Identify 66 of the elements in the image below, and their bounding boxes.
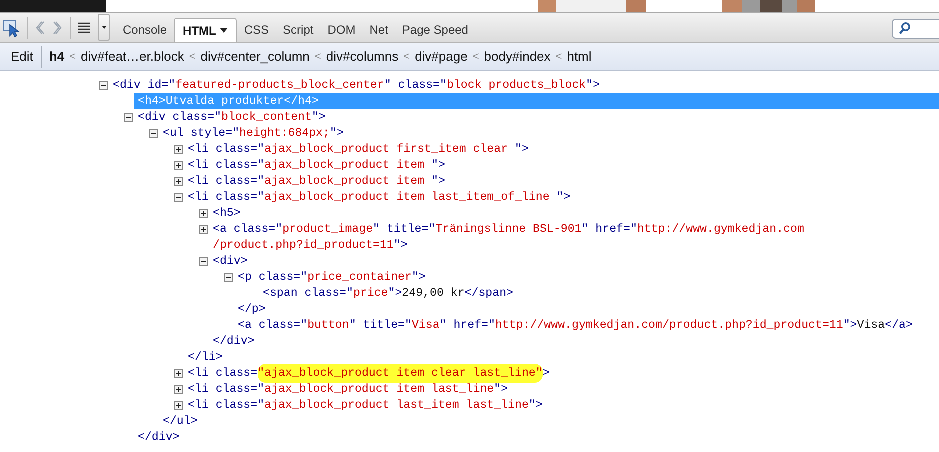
panel-tab[interactable]: Page Speed — [395, 18, 476, 42]
panel-tab[interactable]: CSS — [237, 18, 276, 42]
html-source-line: <div class="block_content"> — [138, 110, 326, 124]
dropdown-button[interactable] — [98, 14, 110, 41]
chevron-left-icon — [34, 20, 46, 36]
panel-tab[interactable]: DOM — [320, 18, 363, 42]
panel-tab[interactable]: Console — [116, 18, 174, 42]
breadcrumb-item[interactable]: body#index — [484, 49, 551, 64]
html-source-line: <h4>Utvalda produkter</h4> — [138, 94, 319, 108]
search-icon — [899, 22, 911, 35]
expand-icon[interactable] — [174, 176, 183, 186]
panel-tab[interactable]: Script — [276, 18, 321, 42]
breadcrumb-item[interactable]: div#center_column — [200, 49, 310, 64]
panel-tab[interactable]: Net — [362, 18, 396, 42]
html-source-line: <span class="price">249,00 kr</span> — [263, 286, 514, 300]
breadcrumb-item[interactable]: div#columns — [326, 49, 399, 64]
collapse-icon[interactable] — [199, 256, 208, 266]
collapse-icon[interactable] — [99, 80, 108, 90]
expand-icon[interactable] — [174, 384, 183, 394]
collapse-icon[interactable] — [224, 272, 233, 282]
html-source-line: <ul style="height:684px;"> — [163, 126, 344, 140]
breadcrumb-separator: < — [314, 50, 322, 62]
html-source-line: </div> — [138, 430, 180, 444]
breadcrumb-separator: < — [189, 50, 196, 62]
expand-icon[interactable] — [174, 144, 183, 154]
search-field[interactable] — [892, 18, 939, 38]
collapse-icon[interactable] — [149, 128, 158, 138]
html-source-line: <li class="ajax_block_product first_item clear "> — [188, 142, 529, 156]
expand-icon[interactable] — [199, 208, 208, 218]
breadcrumb-separator: < — [556, 50, 562, 62]
breadcrumb-item[interactable]: div#page — [415, 49, 468, 64]
html-source-line: </li> — [188, 350, 223, 364]
chevron-right-icon — [52, 20, 64, 36]
html-source-line: <a class="product_image" title="Träningslinne BSL-901" href="http://www.gymkedjan.com — [213, 222, 804, 236]
expand-icon[interactable] — [174, 368, 183, 378]
expand-icon[interactable] — [199, 224, 208, 234]
html-source-line: </ul> — [163, 414, 198, 428]
html-source-line: <li class="ajax_block_product last_item last_line"> — [188, 398, 543, 412]
menu-icon — [77, 22, 91, 34]
html-source-line: <p class="price_container"> — [238, 270, 426, 284]
html-source-line: </p> — [238, 302, 266, 316]
breadcrumb-separator: < — [472, 50, 480, 62]
edit-button[interactable]: Edit — [0, 49, 42, 64]
breadcrumb-item[interactable]: h4 — [49, 49, 65, 64]
html-source-line: <div> — [213, 254, 248, 268]
collapse-icon[interactable] — [124, 112, 133, 122]
html-source-line: <a class="button" title="Visa" href="http://www.gymkedjan.com/product.php?id_product=11">Visa</a> — [238, 318, 913, 332]
html-source-line: /product.php?id_product=11"> — [213, 238, 408, 252]
html-source-line: </div> — [213, 334, 255, 348]
html-source-line: <div id="featured-products_block_center" class="block products_block"> — [113, 78, 600, 92]
caret-icon — [220, 28, 228, 33]
html-source-line: <li class="ajax_block_product item last_item_of_line "> — [188, 190, 571, 204]
breadcrumb-item[interactable]: html — [567, 49, 592, 64]
html-source-line: <li class="ajax_block_product item "> — [188, 158, 446, 172]
expand-icon[interactable] — [174, 160, 183, 170]
collapse-icon[interactable] — [174, 192, 183, 202]
breadcrumb-item[interactable]: div#feat…er.block — [81, 49, 184, 64]
caret-icon — [102, 26, 106, 29]
breadcrumb-separator: < — [70, 50, 76, 62]
cursor-icon — [3, 18, 21, 36]
panel-tab[interactable]: HTML — [174, 18, 238, 42]
html-source-line: <h5> — [213, 206, 241, 220]
html-source-line: <li class="ajax_block_product item "> — [188, 174, 446, 188]
breadcrumb-separator: < — [404, 50, 410, 62]
expand-icon[interactable] — [174, 400, 183, 410]
html-source-line: <li class="ajax_block_product item last_line"> — [188, 382, 508, 396]
